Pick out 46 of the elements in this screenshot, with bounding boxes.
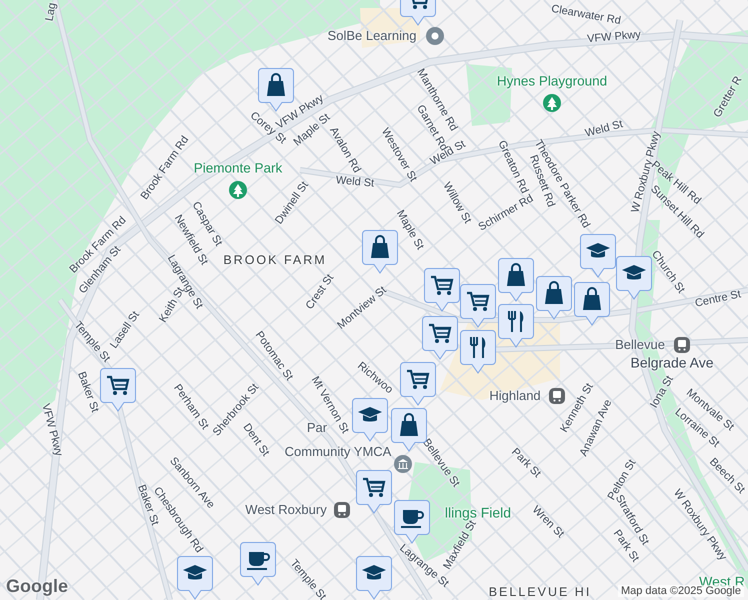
neighborhood-label: BROOK FARM	[223, 254, 327, 268]
street-label: Weld St	[584, 118, 624, 140]
street-label: VFW Pkwy	[39, 402, 65, 458]
train-icon[interactable]	[333, 501, 352, 519]
place-label: Par	[306, 420, 328, 436]
street-label: Clearwater Rd	[550, 2, 622, 28]
street-label: VFW Pkwy	[586, 28, 642, 46]
shopping-cart-marker[interactable]	[356, 470, 392, 514]
shopping-cart-marker[interactable]	[422, 316, 458, 360]
park-label: Piemonte Park	[194, 162, 282, 176]
map-logo: Google	[6, 576, 68, 597]
street-label: Belgrade Ave	[630, 355, 714, 371]
shopping-cart-marker[interactable]	[460, 284, 496, 328]
fork-knife-marker[interactable]	[460, 330, 496, 374]
shopping-bag-marker[interactable]	[574, 282, 610, 326]
street-label: Lag	[43, 2, 59, 22]
graduation-cap-marker[interactable]	[580, 234, 616, 278]
neighborhood-label: BELLEVUE HI	[488, 586, 592, 600]
train-icon[interactable]	[672, 336, 691, 354]
street-label: Baker St	[75, 370, 101, 414]
graduation-cap-marker[interactable]	[177, 556, 213, 600]
graduation-cap-marker[interactable]	[356, 556, 392, 600]
shopping-bag-marker[interactable]	[498, 258, 534, 302]
graduation-cap-marker[interactable]	[352, 398, 388, 442]
shopping-cart-marker[interactable]	[400, 362, 436, 406]
shopping-bag-marker[interactable]	[362, 230, 398, 274]
street-label: Centre St	[694, 288, 742, 310]
coffee-cup-marker[interactable]	[240, 542, 276, 586]
location-dot-icon[interactable]	[426, 27, 444, 45]
shopping-bag-marker[interactable]	[536, 276, 572, 320]
place-label: SolBe Learning	[328, 28, 416, 44]
graduation-cap-marker[interactable]	[616, 256, 652, 300]
station-label: West Roxbury	[245, 502, 327, 518]
shopping-cart-marker[interactable]	[424, 268, 460, 312]
park-label: Hynes Playground	[496, 74, 608, 90]
tree-icon[interactable]	[543, 94, 561, 112]
park-label: llings Field	[444, 505, 512, 520]
building-icon[interactable]	[394, 455, 412, 473]
place-label: Community YMCA	[284, 444, 392, 460]
coffee-cup-marker[interactable]	[394, 500, 430, 544]
station-label: Bellevue	[615, 338, 665, 352]
tree-icon[interactable]	[229, 181, 247, 199]
shopping-cart-marker[interactable]	[100, 368, 136, 412]
fork-knife-marker[interactable]	[498, 304, 534, 348]
station-label: Highland	[489, 388, 541, 404]
street-label: Weld St	[335, 174, 375, 190]
